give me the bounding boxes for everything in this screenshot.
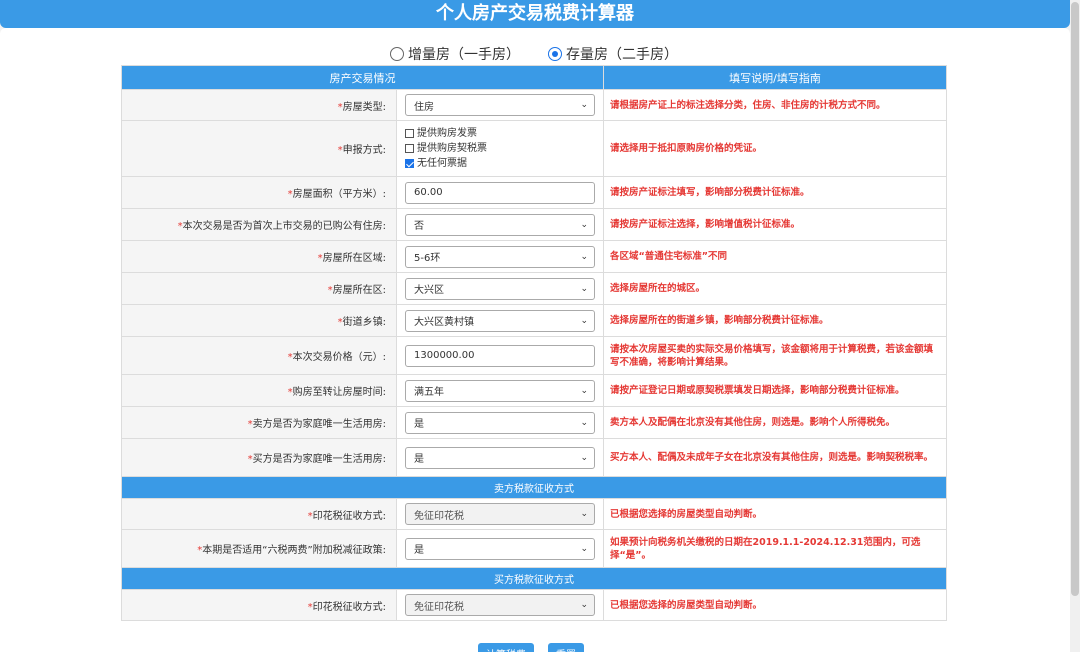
chevron-down-icon: ⌄ [580,283,588,294]
note-text: 请按房产证标注选择，影响增值税计征标准。 [603,208,947,241]
field-label: 房屋类型: [342,101,386,113]
field-label: 印花税征收方式: [312,510,386,522]
public-housing-select[interactable]: 否 ⌄ [405,213,595,236]
note-text: 请根据房产证上的标注选择分类，住房、非住房的计税方式不同。 [603,89,947,121]
note-text: 请按本次房屋买卖的实际交易价格填写，该金额将用于计算税费，若该金额填写不准确，将… [603,336,947,375]
reset-button[interactable]: 重置 [548,643,584,652]
note-text: 请按产证登记日期或原契税票填发日期选择，影响部分税费计征标准。 [603,374,947,407]
note-text: 各区域“普通住宅标准”不同 [603,240,947,273]
row-buyer-only-home: *买方是否为家庭唯一生活用房: 是 ⌄ 买方本人、配偶及未成年子女在北京没有其他住… [121,438,947,477]
col-header-guide: 填写说明/填写指南 [603,65,947,90]
section-header-seller: 卖方税款征收方式 [121,476,947,499]
calculate-button[interactable]: 计算税费 [478,643,534,652]
checkbox-icon[interactable] [405,129,414,138]
seller-stamp-duty-select[interactable]: 免征印花税 ⌄ [405,503,595,525]
checkbox-deed-tax-receipt[interactable]: 提供购房契税票 [405,141,595,156]
scrollbar-thumb[interactable] [1071,2,1079,596]
row-first-listing-public-housing: *本次交易是否为首次上市交易的已购公有住房: 否 ⌄ 请按房产证标注选择，影响增值… [121,208,947,241]
row-declaration-method: *申报方式: 提供购房发票 提供购房契税票 无任何票据 请选择用于抵扣原购房价格… [121,120,947,177]
field-label: 本期是否适用“六税两费”附加税减征政策: [202,545,386,556]
radio-new-house[interactable]: 增量房（一手房） [390,44,520,64]
section-header-buyer: 买方税款征收方式 [121,567,947,590]
row-region: *房屋所在区域: 5-6环 ⌄ 各区域“普通住宅标准”不同 [121,240,947,273]
chevron-down-icon: ⌄ [580,219,588,230]
field-label: 申报方式: [342,145,386,156]
checkbox-no-receipt[interactable]: 无任何票据 [405,156,595,171]
page-title: 个人房产交易税费计算器 [0,0,1070,28]
field-label: 街道乡镇: [342,317,386,328]
note-text: 买方本人、配偶及未成年子女在北京没有其他住房，则选是。影响契税税率。 [603,438,947,477]
region-select[interactable]: 5-6环 ⌄ [405,245,595,268]
chevron-down-icon: ⌄ [580,600,588,610]
buyer-stamp-duty-select[interactable]: 免征印花税 ⌄ [405,594,595,616]
chevron-down-icon: ⌄ [580,315,588,326]
field-label: 房屋面积（平方米）: [292,189,386,200]
note-text: 已根据您选择的房屋类型自动判断。 [603,589,947,621]
checkbox-purchase-invoice[interactable]: 提供购房发票 [405,126,595,141]
field-label: 买方是否为家庭唯一生活用房: [252,454,386,465]
field-label: 房屋所在区域: [322,253,386,264]
note-text: 请按房产证标注填写，影响部分税费计征标准。 [603,176,947,209]
row-transaction-price: *本次交易价格（元）: 1300000.00 请按本次房屋买卖的实际交易价格填写… [121,336,947,375]
field-label: 本次交易是否为首次上市交易的已购公有住房: [182,221,386,232]
six-taxes-policy-select[interactable]: 是 ⌄ [405,537,595,560]
tax-form-table: 房产交易情况 填写说明/填写指南 *房屋类型: 住房 ⌄ 请根据房产证上的标注选择… [121,65,947,621]
row-buyer-stamp-duty: *印花税征收方式: 免征印花税 ⌄ 已根据您选择的房屋类型自动判断。 [121,589,947,621]
chevron-down-icon: ⌄ [580,509,588,519]
street-town-select[interactable]: 大兴区黄村镇 ⌄ [405,309,595,332]
transaction-price-input[interactable]: 1300000.00 [405,344,595,367]
field-label: 印花税征收方式: [312,601,386,613]
col-header-transaction: 房产交易情况 [121,65,604,90]
district-select[interactable]: 大兴区 ⌄ [405,277,595,300]
field-label: 本次交易价格（元）: [292,352,386,363]
seller-only-home-select[interactable]: 是 ⌄ [405,411,595,434]
row-seller-only-home: *卖方是否为家庭唯一生活用房: 是 ⌄ 卖方本人及配偶在北京没有其他住房，则选是。… [121,406,947,439]
chevron-down-icon: ⌄ [580,452,588,463]
radio-second-hand-house[interactable]: 存量房（二手房） [548,44,678,64]
chevron-down-icon: ⌄ [580,251,588,262]
radio-button-icon[interactable] [390,47,404,61]
checkbox-checked-icon[interactable] [405,159,414,168]
chevron-down-icon: ⌄ [580,543,588,554]
house-area-input[interactable]: 60.00 [405,181,595,204]
row-holding-period: *购房至转让房屋时间: 满五年 ⌄ 请按产证登记日期或原契税票填发日期选择，影响部… [121,374,947,407]
buyer-only-home-select[interactable]: 是 ⌄ [405,446,595,469]
field-label: 房屋所在区: [332,285,386,296]
holding-period-select[interactable]: 满五年 ⌄ [405,379,595,402]
note-text: 卖方本人及配偶在北京没有其他住房，则选是。影响个人所得税免。 [603,406,947,439]
row-street-town: *街道乡镇: 大兴区黄村镇 ⌄ 选择房屋所在的街道乡镇，影响部分税费计征标准。 [121,304,947,337]
note-text: 已根据您选择的房屋类型自动判断。 [603,498,947,530]
row-house-type: *房屋类型: 住房 ⌄ 请根据房产证上的标注选择分类，住房、非住房的计税方式不同。 [121,89,947,121]
note-text: 如果预计向税务机关缴税的日期在2019.1.1-2024.12.31范围内，可选… [603,529,947,568]
action-buttons: 计算税费 重置 [478,643,584,652]
field-label: 购房至转让房屋时间: [292,387,386,398]
radio-label: 存量房（二手房） [566,47,678,63]
property-type-radio-group: 增量房（一手房） 存量房（二手房） [390,44,678,64]
chevron-down-icon: ⌄ [580,417,588,428]
note-text: 请选择用于抵扣原购房价格的凭证。 [603,120,947,177]
field-label: 卖方是否为家庭唯一生活用房: [252,419,386,430]
house-type-select[interactable]: 住房 ⌄ [405,94,595,116]
row-six-taxes-policy: *本期是否适用“六税两费”附加税减征政策: 是 ⌄ 如果预计向税务机关缴税的日期在… [121,529,947,568]
scrollbar[interactable] [1070,0,1080,652]
radio-label: 增量房（一手房） [408,47,520,63]
note-text: 选择房屋所在的街道乡镇，影响部分税费计征标准。 [603,304,947,337]
row-seller-stamp-duty: *印花税征收方式: 免征印花税 ⌄ 已根据您选择的房屋类型自动判断。 [121,498,947,530]
checkbox-icon[interactable] [405,144,414,153]
note-text: 选择房屋所在的城区。 [603,272,947,305]
chevron-down-icon: ⌄ [580,385,588,396]
chevron-down-icon: ⌄ [580,100,588,110]
radio-button-selected-icon[interactable] [548,47,562,61]
row-house-area: *房屋面积（平方米）: 60.00 请按房产证标注填写，影响部分税费计征标准。 [121,176,947,209]
row-district: *房屋所在区: 大兴区 ⌄ 选择房屋所在的城区。 [121,272,947,305]
